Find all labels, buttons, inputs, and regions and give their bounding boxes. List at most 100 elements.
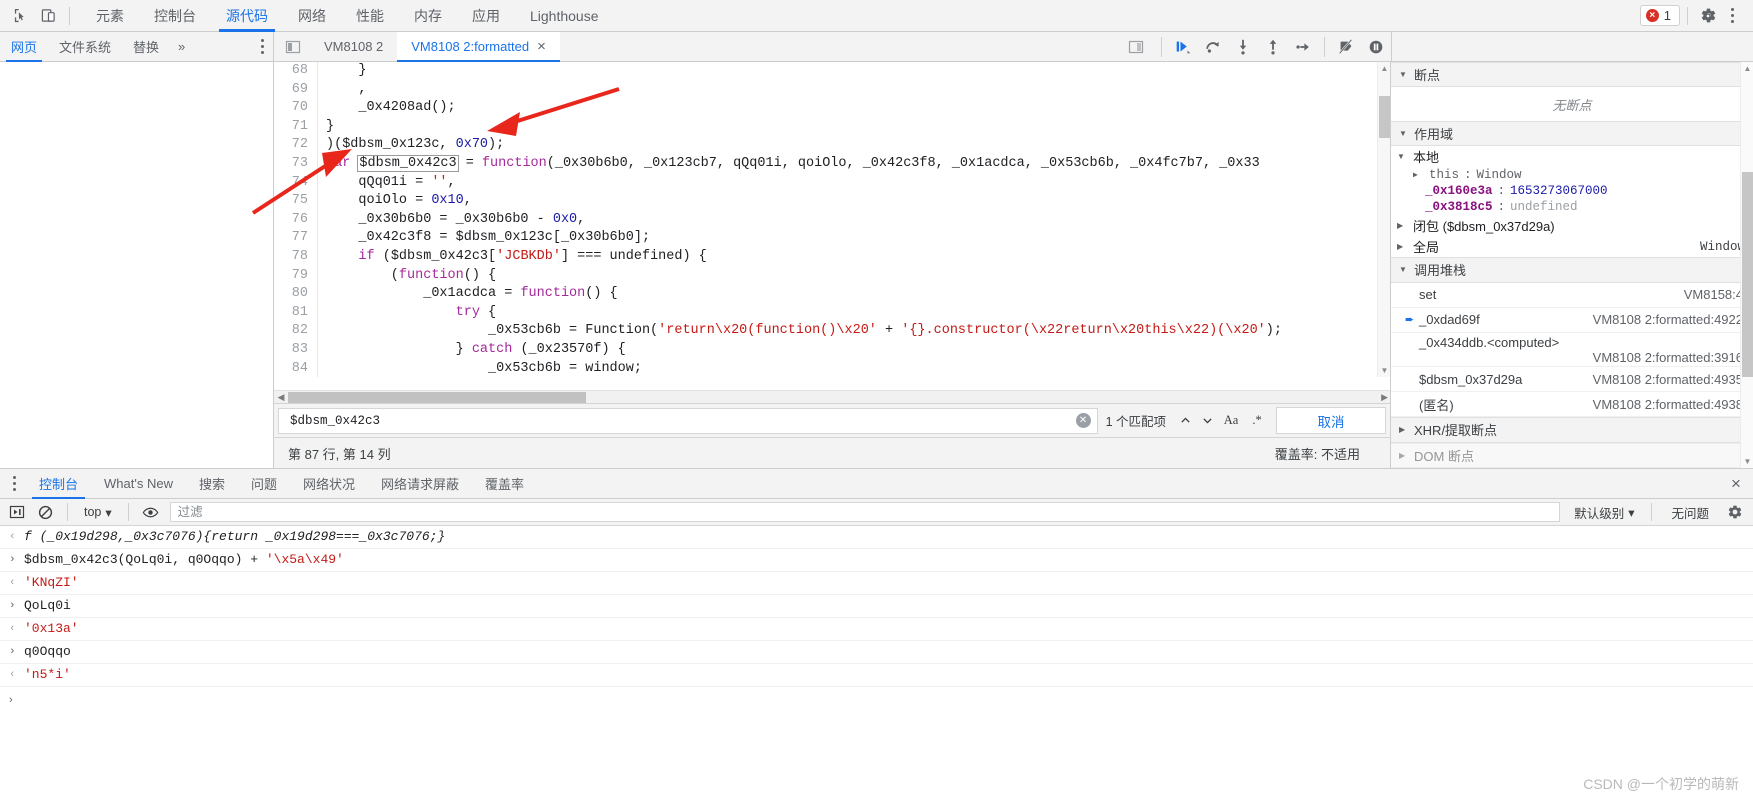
gear-icon[interactable] bbox=[1721, 500, 1749, 524]
execute-snippet-icon[interactable] bbox=[4, 500, 30, 524]
pause-on-exceptions-button[interactable] bbox=[1361, 33, 1391, 61]
console-prompt[interactable]: › bbox=[0, 687, 1753, 711]
inspect-cursor-icon[interactable] bbox=[6, 3, 34, 29]
clear-console-icon[interactable] bbox=[32, 500, 58, 524]
scope-group-global[interactable]: ▶ 全局 Window bbox=[1391, 236, 1753, 257]
drawer-tab-console[interactable]: 控制台 bbox=[26, 469, 91, 499]
call-stack-frame[interactable]: (匿名) VM8108 2:formatted:4938 bbox=[1391, 392, 1753, 418]
scrollbar-thumb[interactable] bbox=[288, 392, 586, 403]
resume-script-button[interactable] bbox=[1168, 33, 1198, 61]
editor-vertical-scrollbar[interactable]: ▲ ▼ bbox=[1377, 62, 1390, 377]
source-code[interactable]: 68 } 69 , 70 _0x4208ad(); 71} 72)($dbsm_… bbox=[274, 62, 1377, 377]
section-header-scope[interactable]: ▼ 作用域 bbox=[1391, 120, 1753, 147]
console-message[interactable]: › QoLq0i bbox=[0, 595, 1753, 618]
scope-group-closure[interactable]: ▶ 闭包 ($dbsm_0x37d29a) bbox=[1391, 215, 1753, 236]
console-message-list[interactable]: ‹ f (_0x19d298,_0x3c7076){return _0x19d29… bbox=[0, 526, 1753, 801]
section-header-xhr-breakpoints[interactable]: ▶ XHR/提取断点 bbox=[1391, 417, 1753, 443]
call-stack-frame-selected[interactable]: ➨ _0xdad69f VM8108 2:formatted:4922 bbox=[1391, 308, 1753, 333]
scroll-left-arrow-icon[interactable]: ◀ bbox=[274, 392, 288, 403]
console-message[interactable]: ‹ f (_0x19d298,_0x3c7076){return _0x19d29… bbox=[0, 526, 1753, 549]
panel-tab-console[interactable]: 控制台 bbox=[139, 0, 211, 32]
console-message[interactable]: › $dbsm_0x42c3(QoLq0i, q0Oqqo) + '\x5a\x4… bbox=[0, 549, 1753, 572]
search-input-container[interactable]: ✕ bbox=[278, 407, 1098, 434]
navigator-pane[interactable] bbox=[0, 62, 274, 468]
drawer-kebab-menu-icon[interactable] bbox=[2, 471, 26, 497]
scroll-down-arrow-icon[interactable]: ▼ bbox=[1378, 366, 1390, 375]
scroll-down-arrow-icon[interactable]: ▼ bbox=[1741, 457, 1753, 466]
step-button[interactable] bbox=[1288, 33, 1318, 61]
call-stack-frame[interactable]: _0x434ddb.<computed> VM8108 2:formatted:… bbox=[1391, 333, 1753, 368]
scroll-right-arrow-icon[interactable]: ▶ bbox=[1381, 392, 1388, 403]
kebab-menu-icon[interactable] bbox=[1721, 3, 1743, 29]
step-out-button[interactable] bbox=[1258, 33, 1288, 61]
section-header-breakpoints[interactable]: ▼ 断点 bbox=[1391, 62, 1753, 88]
panel-tab-network[interactable]: 网络 bbox=[283, 0, 341, 32]
match-case-button[interactable]: Aa bbox=[1218, 409, 1244, 433]
step-over-button[interactable] bbox=[1198, 33, 1228, 61]
sidebar-vertical-scrollbar[interactable]: ▲ ▼ bbox=[1740, 62, 1753, 468]
scope-entry-this[interactable]: ▶ this: Window bbox=[1391, 167, 1753, 183]
execution-context-selector[interactable]: top ▾ bbox=[77, 505, 119, 520]
search-prev-button[interactable] bbox=[1174, 409, 1196, 433]
editor-tab-vm8108-2-formatted[interactable]: VM8108 2:formatted × bbox=[397, 31, 560, 62]
drawer-tab-issues[interactable]: 问题 bbox=[238, 469, 290, 499]
editor-horizontal-scrollbar[interactable]: ◀ ▶ bbox=[274, 390, 1390, 403]
scope-entry-0x3818c5[interactable]: _0x3818c5: undefined bbox=[1391, 199, 1753, 215]
drawer-tab-coverage[interactable]: 覆盖率 bbox=[472, 469, 537, 499]
code-editor[interactable]: 68 } 69 , 70 _0x4208ad(); 71} 72)($dbsm_… bbox=[274, 62, 1390, 390]
scope-entry-0x160e3a[interactable]: _0x160e3a: 1653273067000 bbox=[1391, 183, 1753, 199]
console-filter-input[interactable] bbox=[169, 502, 1561, 522]
editor-tab-vm8108-2[interactable]: VM8108 2 bbox=[310, 32, 397, 62]
close-icon[interactable]: × bbox=[1719, 469, 1753, 499]
drawer-tab-search[interactable]: 搜索 bbox=[186, 469, 238, 499]
clear-circle-icon[interactable]: ✕ bbox=[1075, 413, 1091, 428]
expand-sidebar-icon[interactable] bbox=[1123, 34, 1149, 60]
drawer-tab-request-blocking[interactable]: 网络请求屏蔽 bbox=[368, 469, 472, 499]
console-message[interactable]: › q0Oqqo bbox=[0, 641, 1753, 664]
drawer-tab-network-conditions[interactable]: 网络状况 bbox=[290, 469, 368, 499]
step-into-button[interactable] bbox=[1228, 33, 1258, 61]
panel-tab-elements[interactable]: 元素 bbox=[81, 0, 139, 32]
call-stack-frame[interactable]: set VM8158:4 bbox=[1391, 283, 1753, 308]
nav-tab-overrides[interactable]: 替换 bbox=[122, 32, 170, 62]
section-header-call-stack[interactable]: ▼ 调用堆栈 bbox=[1391, 257, 1753, 283]
no-issues-label[interactable]: 无问题 bbox=[1661, 503, 1719, 522]
nav-tab-filesystem[interactable]: 文件系统 bbox=[48, 32, 122, 62]
gear-icon[interactable] bbox=[1695, 3, 1721, 29]
navigator-kebab-menu-icon[interactable] bbox=[251, 34, 273, 60]
code-token: ); bbox=[1265, 323, 1282, 339]
scope-group-local[interactable]: ▼ 本地 bbox=[1391, 146, 1753, 167]
scroll-up-arrow-icon[interactable]: ▲ bbox=[1741, 64, 1753, 73]
console-message[interactable]: ‹ '0x13a' bbox=[0, 618, 1753, 641]
device-toolbar-icon[interactable] bbox=[34, 3, 62, 29]
collapse-sidebar-icon[interactable] bbox=[280, 34, 306, 60]
panel-tab-memory[interactable]: 内存 bbox=[399, 0, 457, 32]
call-stack-frame[interactable]: $dbsm_0x37d29a VM8108 2:formatted:4935 bbox=[1391, 367, 1753, 393]
panel-tab-sources[interactable]: 源代码 bbox=[211, 0, 283, 32]
console-message[interactable]: ‹ 'KNqZI' bbox=[0, 572, 1753, 595]
panel-tab-application[interactable]: 应用 bbox=[457, 0, 515, 32]
search-next-button[interactable] bbox=[1196, 409, 1218, 433]
nav-tab-page[interactable]: 网页 bbox=[0, 32, 48, 62]
search-match-highlight[interactable]: $dbsm_0x42c3 bbox=[357, 154, 459, 172]
live-expression-icon[interactable] bbox=[138, 500, 164, 524]
chevron-right-icon[interactable]: ▶ bbox=[1397, 242, 1408, 251]
regex-button[interactable]: .* bbox=[1244, 409, 1270, 433]
log-level-selector[interactable]: 默认级别 ▾ bbox=[1566, 503, 1642, 522]
drawer-tab-whats-new[interactable]: What's New bbox=[91, 469, 186, 499]
scroll-up-arrow-icon[interactable]: ▲ bbox=[1378, 64, 1390, 73]
panel-tab-performance[interactable]: 性能 bbox=[341, 0, 399, 32]
section-header-dom-breakpoints[interactable]: ▶ DOM 断点 bbox=[1391, 442, 1753, 468]
chevron-right-icon[interactable]: ▶ bbox=[1413, 170, 1424, 180]
search-input[interactable] bbox=[288, 412, 1076, 429]
console-message[interactable]: ‹ 'n5*i' bbox=[0, 664, 1753, 687]
deactivate-breakpoints-button[interactable] bbox=[1331, 33, 1361, 61]
scrollbar-thumb[interactable] bbox=[1379, 96, 1390, 138]
chevron-right-icon[interactable]: ▶ bbox=[1397, 221, 1408, 230]
panel-tab-lighthouse[interactable]: Lighthouse bbox=[515, 0, 614, 32]
close-icon[interactable]: × bbox=[537, 39, 546, 54]
nav-more-tabs-icon[interactable]: » bbox=[170, 39, 193, 54]
cancel-button[interactable]: 取消 bbox=[1276, 407, 1386, 434]
scrollbar-thumb[interactable] bbox=[1742, 172, 1753, 377]
error-count-badge[interactable]: × 1 bbox=[1639, 5, 1680, 26]
